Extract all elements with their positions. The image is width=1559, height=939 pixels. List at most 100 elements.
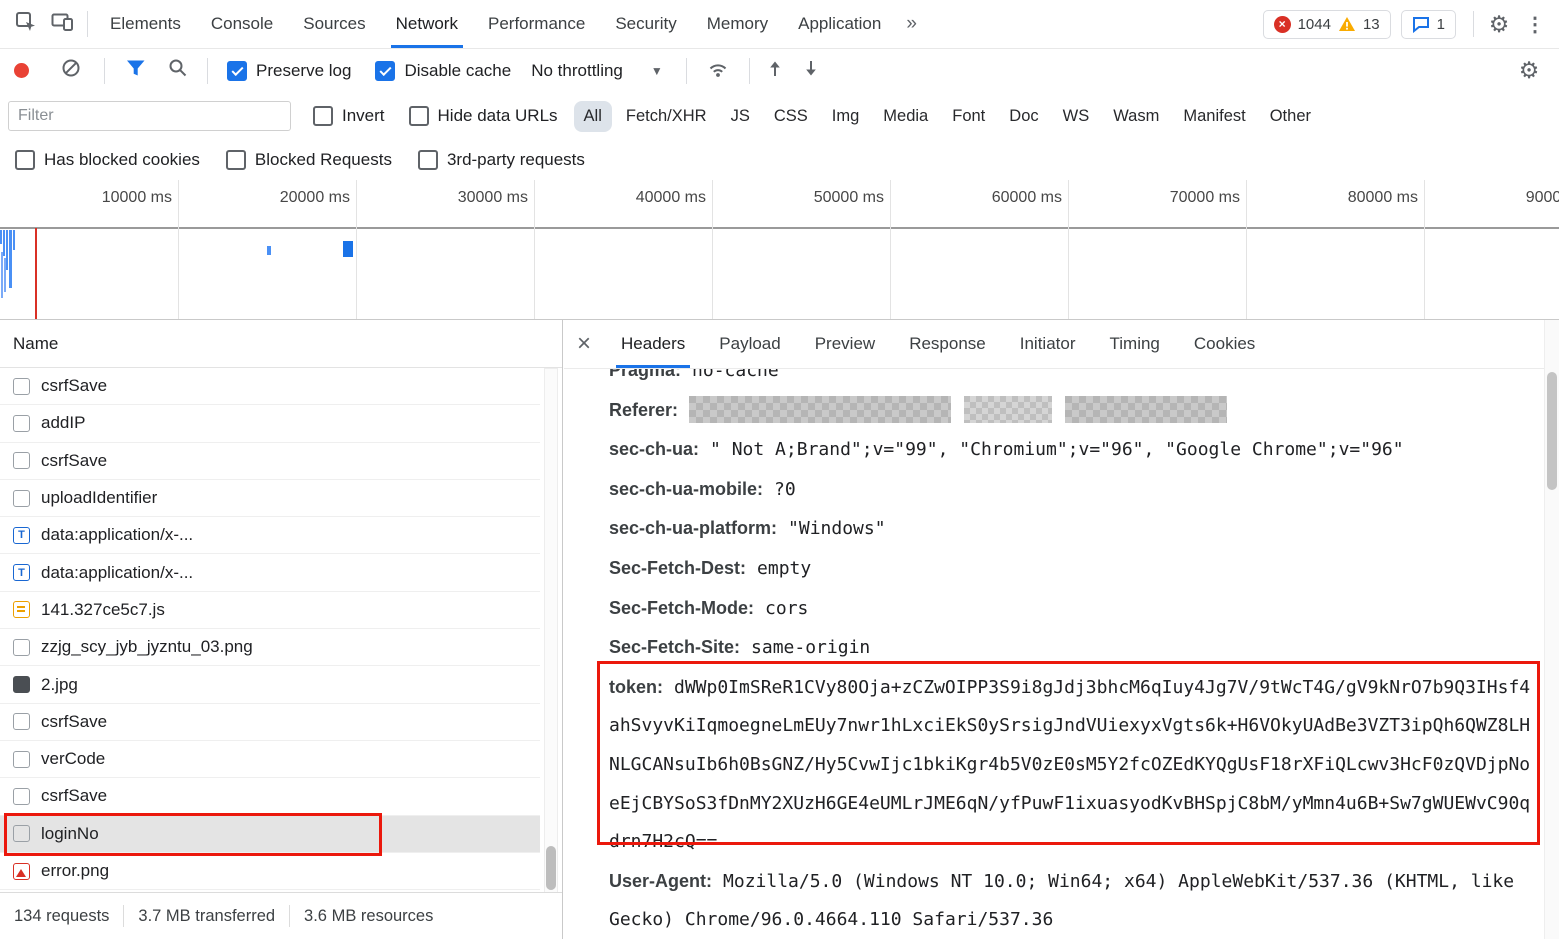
request-row[interactable]: uploadIdentifier: [0, 480, 540, 517]
request-details-panel: × Headers Payload Preview Response Initi…: [564, 320, 1559, 939]
settings-button[interactable]: ⚙: [1481, 5, 1517, 43]
timeline-gridline: [1246, 180, 1247, 319]
details-tab-preview[interactable]: Preview: [798, 320, 892, 368]
filter-pill-doc[interactable]: Doc: [999, 101, 1048, 132]
filter-pill-img[interactable]: Img: [822, 101, 870, 132]
scrollbar-thumb[interactable]: [1547, 372, 1557, 490]
request-row[interactable]: addIP: [0, 405, 540, 442]
filter-pill-fetch-xhr[interactable]: Fetch/XHR: [616, 101, 717, 132]
request-row[interactable]: zzjg_scy_jyb_jyzntu_03.png: [0, 629, 540, 666]
request-row[interactable]: verCode: [0, 741, 540, 778]
filter-pill-wasm[interactable]: Wasm: [1103, 101, 1169, 132]
details-tab-payload[interactable]: Payload: [702, 320, 797, 368]
preserve-log-checkbox[interactable]: [227, 61, 247, 81]
timeline-ruler-line: [0, 227, 1559, 229]
filter-toggle-button[interactable]: [118, 52, 154, 90]
request-row[interactable]: csrfSave: [0, 443, 540, 480]
network-settings-button[interactable]: ⚙: [1511, 52, 1547, 90]
timeline-tick-label: 90000 ms: [1446, 189, 1559, 207]
more-tabs-button[interactable]: »: [896, 13, 927, 35]
record-network-log-button[interactable]: [14, 63, 29, 78]
request-list-scrollbar[interactable]: [544, 368, 558, 893]
tab-console[interactable]: Console: [196, 0, 288, 48]
header-value: "Windows": [788, 518, 886, 539]
tab-sources[interactable]: Sources: [288, 0, 380, 48]
close-details-button[interactable]: ×: [577, 332, 591, 356]
request-row-loginno-selected[interactable]: loginNo: [0, 816, 540, 853]
document-icon: [13, 639, 30, 656]
has-blocked-cookies-checkbox[interactable]: [15, 150, 35, 170]
filter-input[interactable]: [8, 101, 291, 131]
request-rows: csrfSave addIP csrfSave uploadIdentifier…: [0, 368, 540, 890]
request-name: csrfSave: [41, 786, 107, 806]
document-icon: [13, 490, 30, 507]
errors-warnings-badge[interactable]: × 1044 13: [1263, 10, 1391, 39]
blocked-requests-checkbox[interactable]: [226, 150, 246, 170]
headers-content: Pragma:no-cache Referer: sec-ch-ua:" Not…: [609, 351, 1539, 939]
network-conditions-button[interactable]: [700, 52, 736, 90]
details-scrollbar[interactable]: [1544, 320, 1559, 939]
request-name: 2.jpg: [41, 675, 78, 695]
invert-checkbox[interactable]: [313, 106, 333, 126]
timeline-tick-label: 60000 ms: [912, 189, 1062, 207]
timeline-activity-mark: [267, 246, 271, 255]
search-button[interactable]: [160, 52, 196, 90]
request-row[interactable]: Tdata:application/x-...: [0, 517, 540, 554]
details-tab-headers[interactable]: Headers: [604, 320, 702, 368]
export-har-button[interactable]: [793, 52, 829, 90]
toggle-device-toolbar-button[interactable]: [44, 5, 80, 43]
import-har-button[interactable]: [757, 52, 793, 90]
filter-pill-other[interactable]: Other: [1260, 101, 1321, 132]
invert-label: Invert: [342, 106, 385, 126]
timeline-tick-label: 20000 ms: [200, 189, 350, 207]
blocked-requests-label: Blocked Requests: [255, 150, 392, 170]
hide-data-urls-label: Hide data URLs: [438, 106, 558, 126]
tab-application[interactable]: Application: [783, 0, 896, 48]
third-party-requests-checkbox[interactable]: [418, 150, 438, 170]
tab-security[interactable]: Security: [600, 0, 691, 48]
timeline-activity-mark: [9, 230, 12, 288]
filter-pill-manifest[interactable]: Manifest: [1173, 101, 1255, 132]
name-column-header[interactable]: Name: [0, 320, 562, 368]
details-tab-initiator[interactable]: Initiator: [1003, 320, 1093, 368]
header-line-sec-ch-ua: sec-ch-ua:" Not A;Brand";v="99", "Chromi…: [609, 430, 1539, 470]
request-row[interactable]: Tdata:application/x-...: [0, 554, 540, 591]
header-name: Sec-Fetch-Site:: [609, 637, 740, 657]
broken-image-icon: [13, 863, 30, 880]
tab-elements[interactable]: Elements: [95, 0, 196, 48]
tab-memory[interactable]: Memory: [692, 0, 783, 48]
summary-divider: [289, 905, 290, 927]
filter-pill-css[interactable]: CSS: [764, 101, 818, 132]
throttling-select[interactable]: No throttling ▼: [531, 61, 663, 81]
request-row[interactable]: csrfSave: [0, 368, 540, 405]
filter-pill-ws[interactable]: WS: [1053, 101, 1100, 132]
timeline-activity-mark: [3, 230, 5, 256]
request-row[interactable]: error.png: [0, 853, 540, 890]
error-count: 1044: [1298, 16, 1331, 33]
filter-pill-media[interactable]: Media: [873, 101, 938, 132]
more-options-button[interactable]: ⋮: [1517, 5, 1553, 43]
tab-network[interactable]: Network: [381, 0, 473, 48]
issues-badge[interactable]: 1: [1401, 10, 1456, 39]
timeline-tick-label: 40000 ms: [556, 189, 706, 207]
request-row[interactable]: csrfSave: [0, 704, 540, 741]
network-overview-timeline[interactable]: 10000 ms20000 ms30000 ms40000 ms50000 ms…: [0, 180, 1559, 320]
disable-cache-checkbox[interactable]: [375, 61, 395, 81]
document-icon: [13, 788, 30, 805]
filter-pill-js[interactable]: JS: [721, 101, 760, 132]
hide-data-urls-checkbox[interactable]: [409, 106, 429, 126]
clear-network-log-button[interactable]: [53, 52, 89, 90]
tab-performance[interactable]: Performance: [473, 0, 600, 48]
filter-pill-font[interactable]: Font: [942, 101, 995, 132]
inspect-element-button[interactable]: [8, 5, 44, 43]
filter-pill-all[interactable]: All: [574, 101, 612, 132]
scrollbar-thumb[interactable]: [546, 846, 556, 890]
details-tab-timing[interactable]: Timing: [1093, 320, 1177, 368]
request-row[interactable]: csrfSave: [0, 778, 540, 815]
details-tab-cookies[interactable]: Cookies: [1177, 320, 1272, 368]
summary-divider: [123, 905, 124, 927]
details-tab-response[interactable]: Response: [892, 320, 1003, 368]
timeline-activity-mark: [1, 252, 3, 298]
request-row[interactable]: 141.327ce5c7.js: [0, 592, 540, 629]
request-row[interactable]: 2.jpg: [0, 666, 540, 703]
